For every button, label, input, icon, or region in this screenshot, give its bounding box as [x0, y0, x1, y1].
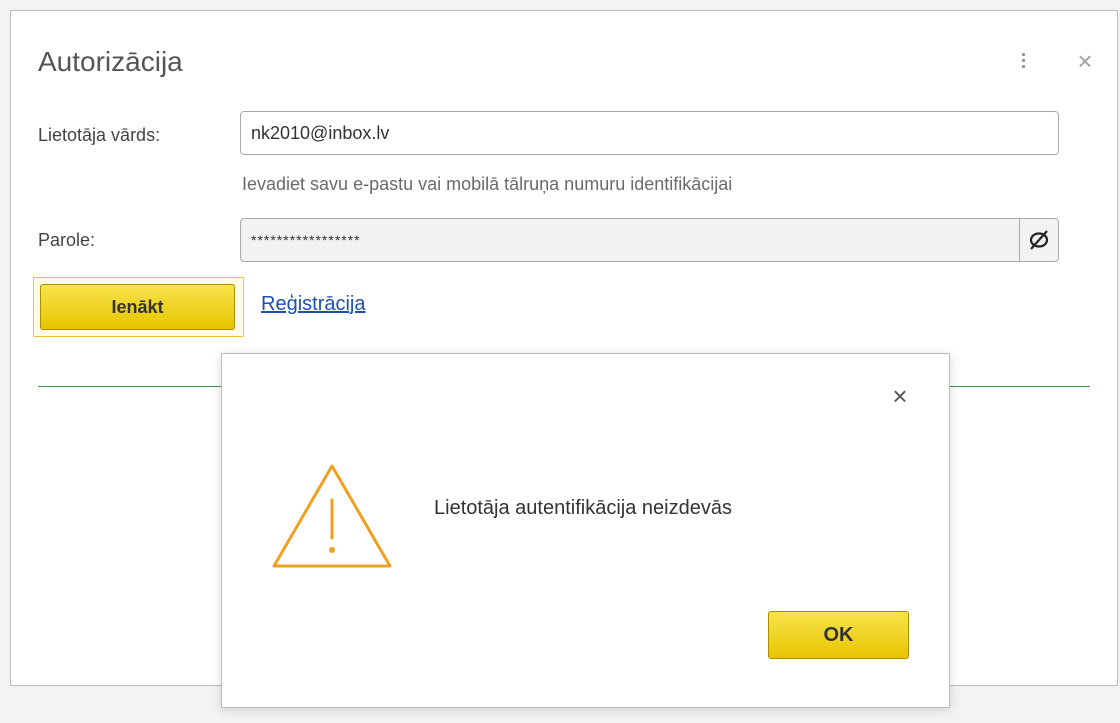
- password-field[interactable]: [240, 218, 1059, 262]
- login-button-focus-ring: Ienākt: [33, 277, 244, 337]
- username-hint: Ievadiet savu e-pastu vai mobilā tālruņa…: [242, 174, 733, 194]
- password-input[interactable]: [241, 219, 1031, 261]
- username-label: Lietotāja vārds:: [38, 125, 161, 145]
- close-icon[interactable]: ×: [1073, 48, 1097, 74]
- eye-slash-icon[interactable]: [1019, 219, 1058, 261]
- register-link[interactable]: Reģistrācija: [261, 293, 365, 316]
- warning-icon: [268, 460, 396, 572]
- more-vert-icon[interactable]: [1013, 50, 1033, 74]
- username-field[interactable]: [240, 111, 1059, 155]
- username-input[interactable]: [241, 112, 1031, 154]
- password-label: Parole:: [38, 230, 96, 250]
- close-icon[interactable]: ×: [888, 383, 912, 409]
- error-dialog: × Lietotāja autentifikācija neizdevās OK: [221, 353, 950, 708]
- window-title: Autorizācija: [38, 46, 183, 77]
- error-message: Lietotāja autentifikācija neizdevās: [434, 497, 732, 519]
- ok-button[interactable]: OK: [768, 611, 909, 659]
- screen: Autorizācija × Lietotāja vārds: Ievadiet…: [0, 0, 1120, 723]
- login-button[interactable]: Ienākt: [40, 284, 235, 330]
